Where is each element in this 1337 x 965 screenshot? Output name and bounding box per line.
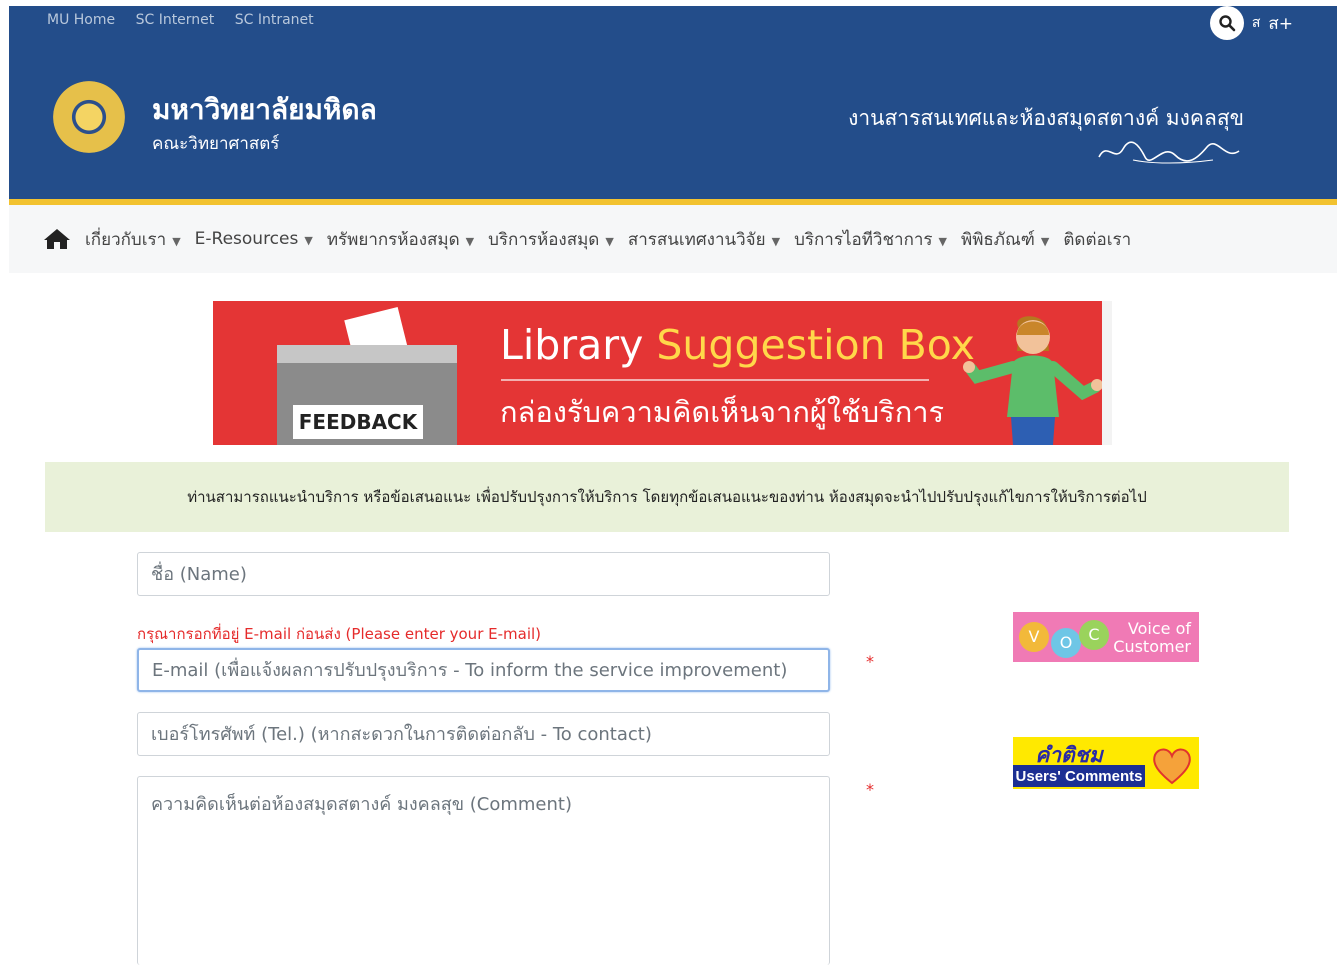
sc-internet-link[interactable]: SC Internet bbox=[136, 12, 215, 28]
comment-textarea[interactable] bbox=[137, 776, 830, 965]
heart-icon bbox=[1153, 748, 1191, 785]
woman-illustration bbox=[963, 316, 1103, 445]
nav-label: เกี่ยวกับเรา bbox=[85, 229, 167, 250]
voc-letter: O bbox=[1059, 633, 1073, 652]
chevron-down-icon: ▼ bbox=[771, 234, 781, 248]
email-input[interactable] bbox=[137, 648, 830, 692]
chevron-down-icon: ▼ bbox=[1040, 234, 1050, 248]
nav-label: ทรัพยากรห้องสมุด bbox=[326, 229, 460, 250]
chevron-down-icon: ▼ bbox=[938, 234, 948, 248]
nav-item-contact[interactable]: ติดต่อเรา bbox=[1063, 226, 1131, 253]
voc-line1: Voice of bbox=[1127, 619, 1191, 638]
nav-label: พิพิธภัณฑ์ bbox=[961, 229, 1035, 250]
banner-title-part1: Library bbox=[500, 321, 657, 369]
nav-item-e-resources[interactable]: E-Resources ▼ bbox=[195, 229, 313, 249]
voc-letter: V bbox=[1028, 627, 1040, 646]
nav-label: E-Resources bbox=[194, 229, 299, 249]
voice-of-customer-button[interactable]: V O C Voice of Customer bbox=[1013, 612, 1199, 662]
signature-image bbox=[1098, 141, 1240, 164]
font-size-normal[interactable]: ส bbox=[1252, 12, 1261, 34]
nav-label: บริการห้องสมุด bbox=[488, 229, 600, 250]
chevron-down-icon: ▼ bbox=[304, 234, 313, 247]
nav-item-museum[interactable]: พิพิธภัณฑ์ ▼ bbox=[961, 226, 1049, 253]
name-input[interactable] bbox=[137, 552, 830, 596]
notice-text: ท่านสามารถแนะนำบริการ หรือข้อเสนอแนะ เพื… bbox=[45, 462, 1289, 532]
voc-line2: Customer bbox=[1113, 637, 1191, 656]
nav-item-library-services[interactable]: บริการห้องสมุด ▼ bbox=[488, 226, 614, 253]
nav-label: สารสนเทศงานวิจัย bbox=[627, 229, 766, 250]
search-icon bbox=[1219, 15, 1236, 32]
chevron-down-icon: ▼ bbox=[605, 234, 614, 248]
voc-text: Voice of Customer bbox=[1113, 620, 1191, 656]
chevron-down-icon: ▼ bbox=[465, 234, 475, 248]
banner-title-part2: Suggestion Box bbox=[656, 321, 975, 369]
main-nav: เกี่ยวกับเรา ▼ E-Resources ▼ ทรัพยากรห้องส… bbox=[9, 205, 1337, 273]
faculty-name: คณะวิทยาศาสตร์ bbox=[152, 134, 280, 154]
phone-input[interactable] bbox=[137, 712, 830, 756]
voc-letter-badge: V bbox=[1019, 622, 1049, 652]
mahidol-seal-logo[interactable] bbox=[53, 81, 125, 153]
nav-label: ติดต่อเรา bbox=[1063, 229, 1132, 250]
home-icon[interactable] bbox=[43, 228, 71, 250]
top-tools: ส ส+ bbox=[1209, 6, 1293, 40]
banner-title: Library Suggestion Box bbox=[500, 321, 975, 369]
nav-item-research-info[interactable]: สารสนเทศงานวิจัย ▼ bbox=[628, 226, 780, 253]
feedback-label: FEEDBACK bbox=[293, 405, 423, 439]
top-links: MU Home SC Internet SC Intranet bbox=[47, 12, 330, 28]
suggestion-box-banner: FEEDBACK Library Suggestion Box กล่องรับ… bbox=[213, 301, 1112, 445]
required-marker: * bbox=[866, 780, 874, 799]
nav-label: บริการไอทีวิชาการ bbox=[794, 229, 933, 250]
mu-home-link[interactable]: MU Home bbox=[47, 12, 115, 28]
sc-intranet-link[interactable]: SC Intranet bbox=[235, 12, 314, 28]
required-marker: * bbox=[866, 652, 874, 671]
university-name: มหาวิทยาลัยมหิดล bbox=[152, 93, 377, 126]
banner-subtitle: กล่องรับความคิดเห็นจากผู้ใช้บริการ bbox=[500, 395, 945, 429]
chevron-down-icon: ▼ bbox=[172, 234, 181, 248]
font-size-increase[interactable]: ส+ bbox=[1268, 10, 1293, 37]
nav-item-about[interactable]: เกี่ยวกับเรา ▼ bbox=[85, 226, 181, 253]
department-name: งานสารสนเทศและห้องสมุดสตางค์ มงคลสุข bbox=[848, 106, 1244, 130]
nav-item-academic-it[interactable]: บริการไอทีวิชาการ ▼ bbox=[794, 226, 947, 253]
voc-letter: C bbox=[1088, 625, 1100, 644]
comments-thai-label: คำติชม bbox=[1035, 743, 1103, 767]
torn-edge bbox=[1102, 301, 1112, 445]
banner-divider bbox=[501, 379, 929, 381]
comments-english-label: Users' Comments bbox=[1013, 765, 1145, 787]
search-button[interactable] bbox=[1209, 6, 1244, 40]
voc-letter-badge: O bbox=[1051, 628, 1081, 658]
voc-letter-badge: C bbox=[1079, 620, 1109, 650]
nav-item-library-resources[interactable]: ทรัพยากรห้องสมุด ▼ bbox=[327, 226, 474, 253]
email-warning: กรุณากรอกที่อยู่ E-mail ก่อนส่ง (Please … bbox=[137, 625, 542, 643]
users-comments-button[interactable]: คำติชม Users' Comments bbox=[1013, 737, 1199, 789]
site-header: MU Home SC Internet SC Intranet ส ส+ มหา… bbox=[9, 6, 1337, 205]
